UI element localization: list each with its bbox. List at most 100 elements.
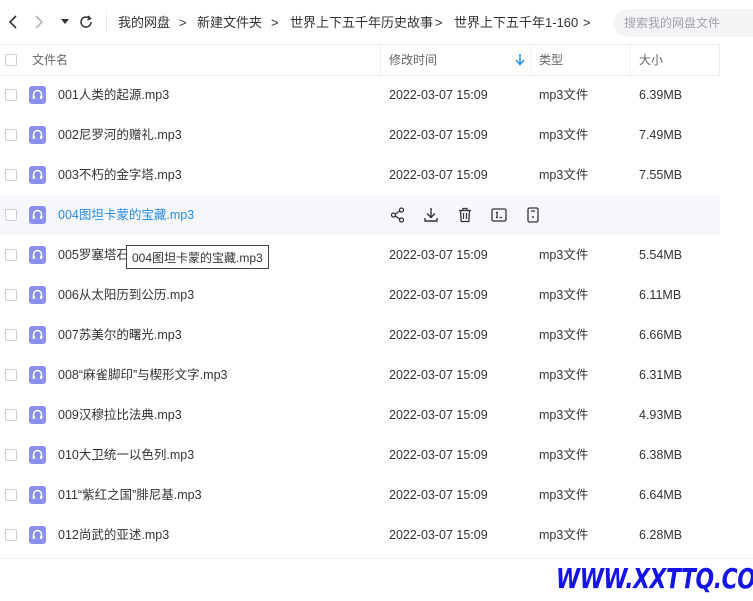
file-name[interactable]: 001人类的起源.mp3: [58, 75, 169, 115]
file-list: 001人类的起源.mp3 2022-03-07 15:09 mp3文件 6.39…: [0, 75, 720, 555]
file-modified-date: 2022-03-07 15:09: [389, 288, 488, 302]
caret-down-icon: [61, 19, 69, 24]
filename-tooltip: 004图坦卡蒙的宝藏.mp3: [126, 245, 269, 269]
column-header-modified[interactable]: 修改时间: [389, 45, 437, 75]
file-size: 6.11MB: [639, 288, 682, 302]
chevron-left-icon: [8, 15, 17, 29]
file-size: 7.55MB: [639, 168, 683, 182]
file-row[interactable]: 006从太阳历到公历.mp3 2022-03-07 15:09 mp3文件 6.…: [0, 275, 720, 315]
file-type: mp3文件: [539, 288, 589, 302]
file-row[interactable]: 007苏美尔的曙光.mp3 2022-03-07 15:09 mp3文件 6.6…: [0, 315, 720, 355]
column-divider: [719, 45, 720, 75]
row-checkbox[interactable]: [5, 409, 17, 421]
file-name[interactable]: 004图坦卡蒙的宝藏.mp3: [58, 195, 194, 235]
top-bar: 我的网盘 > 新建文件夹 > 世界上下五千年历史故事 > 世界上下五千年1-16…: [0, 0, 753, 44]
file-row[interactable]: 012尚武的亚述.mp3 2022-03-07 15:09 mp3文件 6.28…: [0, 515, 720, 555]
search-box[interactable]: [614, 9, 753, 37]
back-button[interactable]: [6, 12, 20, 32]
audio-file-icon: [29, 126, 46, 144]
breadcrumb-item-current[interactable]: 世界上下五千年1-160: [454, 14, 578, 32]
row-checkbox[interactable]: [5, 89, 17, 101]
file-size: 4.93MB: [639, 408, 683, 422]
file-modified-date: 2022-03-07 15:09: [389, 128, 488, 142]
row-checkbox[interactable]: [5, 249, 17, 261]
share-icon[interactable]: [389, 206, 407, 224]
row-checkbox[interactable]: [5, 329, 17, 341]
chevron-right-icon: [35, 15, 44, 29]
row-checkbox[interactable]: [5, 489, 17, 501]
file-row[interactable]: 003不朽的金字塔.mp3 2022-03-07 15:09 mp3文件 7.5…: [0, 155, 720, 195]
file-type: mp3文件: [539, 248, 589, 262]
download-icon[interactable]: [422, 206, 440, 224]
row-checkbox[interactable]: [5, 449, 17, 461]
column-header-size[interactable]: 大小: [639, 45, 663, 75]
column-divider: [530, 45, 531, 75]
row-checkbox[interactable]: [5, 369, 17, 381]
file-type: mp3文件: [539, 168, 589, 182]
refresh-button[interactable]: [78, 12, 94, 32]
row-checkbox[interactable]: [5, 209, 17, 221]
file-row[interactable]: 010大卫统一以色列.mp3 2022-03-07 15:09 mp3文件 6.…: [0, 435, 720, 475]
audio-file-icon: [29, 86, 46, 104]
breadcrumb-separator: >: [583, 15, 591, 30]
file-row-hovered[interactable]: 004图坦卡蒙的宝藏.mp3: [0, 195, 720, 235]
file-modified-date: 2022-03-07 15:09: [389, 168, 488, 182]
file-size: 6.39MB: [639, 88, 683, 102]
file-name[interactable]: 011“紫红之国”腓尼基.mp3: [58, 475, 202, 515]
file-name[interactable]: 010大卫统一以色列.mp3: [58, 435, 194, 475]
select-all-checkbox[interactable]: [5, 54, 17, 66]
audio-file-icon: [29, 486, 46, 504]
column-divider: [380, 45, 381, 75]
file-type: mp3文件: [539, 128, 589, 142]
file-modified-date: 2022-03-07 15:09: [389, 408, 488, 422]
watermark: WWW.XXTTQ.COM: [556, 562, 753, 595]
breadcrumb-item-series[interactable]: 世界上下五千年历史故事: [290, 14, 433, 32]
file-name[interactable]: 007苏美尔的曙光.mp3: [58, 315, 182, 355]
file-row[interactable]: 009汉穆拉比法典.mp3 2022-03-07 15:09 mp3文件 4.9…: [0, 395, 720, 435]
audio-file-icon: [29, 246, 46, 264]
file-name[interactable]: 009汉穆拉比法典.mp3: [58, 395, 182, 435]
row-checkbox[interactable]: [5, 129, 17, 141]
file-modified-date: 2022-03-07 15:09: [389, 448, 488, 462]
breadcrumb-separator: >: [179, 15, 187, 30]
breadcrumb-item-folder[interactable]: 新建文件夹: [197, 14, 262, 32]
rename-icon[interactable]: [490, 206, 508, 224]
file-size: 7.49MB: [639, 128, 683, 142]
file-modified-date: 2022-03-07 15:09: [389, 328, 488, 342]
file-type: mp3文件: [539, 448, 589, 462]
audio-file-icon: [29, 326, 46, 344]
delete-icon[interactable]: [456, 206, 474, 224]
file-size: 6.38MB: [639, 448, 683, 462]
row-checkbox[interactable]: [5, 289, 17, 301]
file-size: 6.66MB: [639, 328, 683, 342]
column-header-name[interactable]: 文件名: [32, 45, 68, 75]
file-type: mp3文件: [539, 328, 589, 342]
history-dropdown-button[interactable]: [59, 12, 71, 32]
file-name[interactable]: 012尚武的亚述.mp3: [58, 515, 169, 555]
refresh-icon: [80, 15, 92, 28]
file-type: mp3文件: [539, 368, 589, 382]
column-header-type[interactable]: 类型: [539, 45, 563, 75]
audio-file-icon: [29, 406, 46, 424]
file-row[interactable]: 011“紫红之国”腓尼基.mp3 2022-03-07 15:09 mp3文件 …: [0, 475, 720, 515]
file-row[interactable]: 001人类的起源.mp3 2022-03-07 15:09 mp3文件 6.39…: [0, 75, 720, 115]
row-checkbox[interactable]: [5, 529, 17, 541]
file-row[interactable]: 002尼罗河的赠礼.mp3 2022-03-07 15:09 mp3文件 7.4…: [0, 115, 720, 155]
file-name[interactable]: 006从太阳历到公历.mp3: [58, 275, 194, 315]
file-name[interactable]: 002尼罗河的赠礼.mp3: [58, 115, 182, 155]
file-type: mp3文件: [539, 528, 589, 542]
file-row[interactable]: 008“麻雀脚印”与楔形文字.mp3 2022-03-07 15:09 mp3文…: [0, 355, 720, 395]
file-name[interactable]: 005罗塞塔石: [58, 235, 129, 275]
arrow-down-icon[interactable]: [515, 54, 525, 66]
column-divider: [630, 45, 631, 75]
forward-button[interactable]: [32, 12, 46, 32]
row-checkbox[interactable]: [5, 169, 17, 181]
file-name[interactable]: 008“麻雀脚印”与楔形文字.mp3: [58, 355, 227, 395]
file-name[interactable]: 003不朽的金字塔.mp3: [58, 155, 182, 195]
file-row[interactable]: 005罗塞塔石 2022-03-07 15:09 mp3文件 5.54MB: [0, 235, 720, 275]
search-input[interactable]: [622, 15, 753, 31]
more-icon[interactable]: [524, 206, 542, 224]
breadcrumb-item-root[interactable]: 我的网盘: [118, 14, 170, 32]
audio-file-icon: [29, 206, 46, 224]
file-type: mp3文件: [539, 488, 589, 502]
